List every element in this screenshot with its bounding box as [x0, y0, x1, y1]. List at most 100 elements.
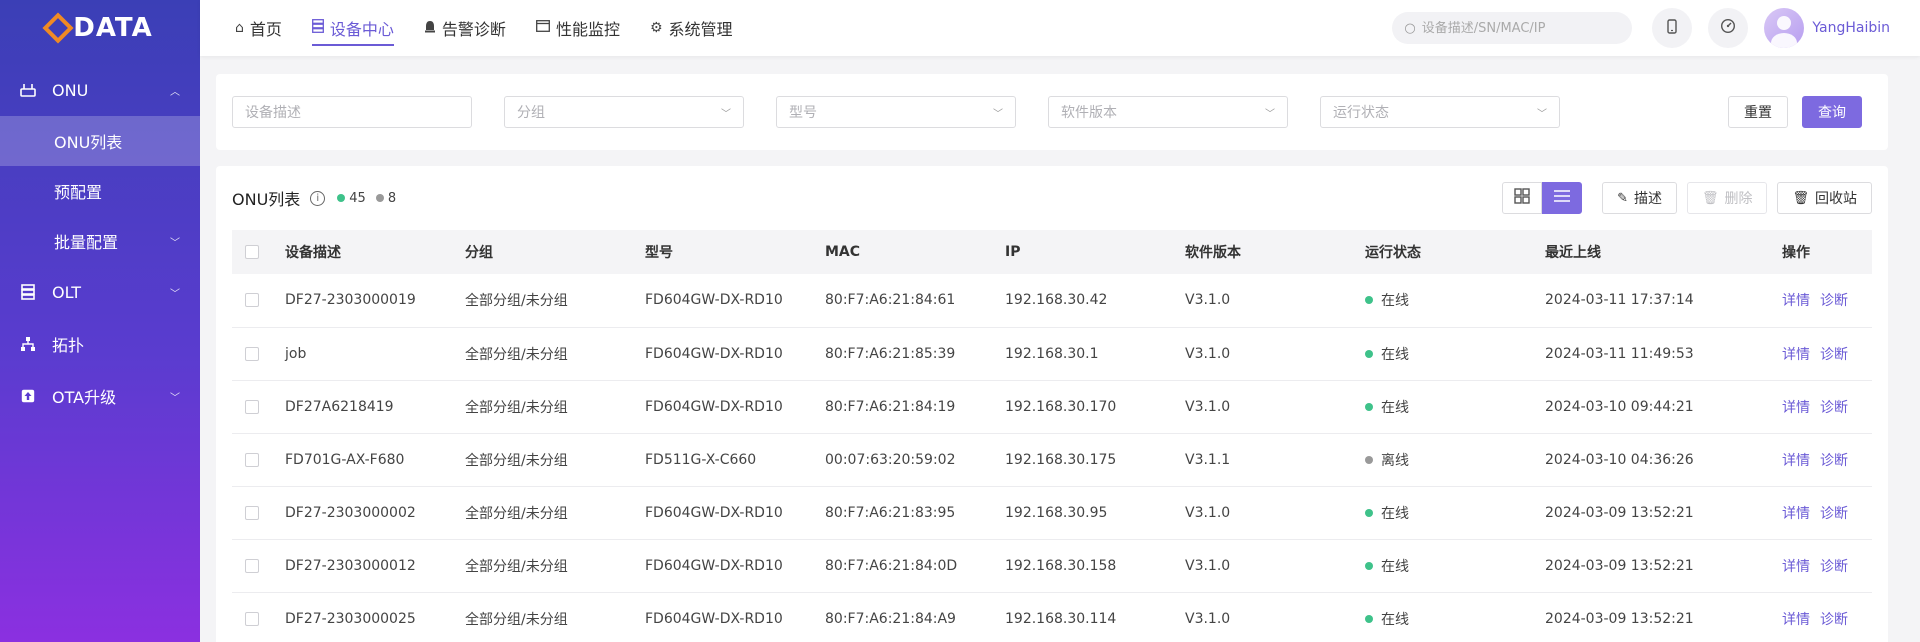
nav-performance[interactable]: 性能监控 [535, 0, 620, 56]
sidebar-item-olt[interactable]: OLT ﹀ [0, 266, 200, 318]
detail-link[interactable]: 详情 [1782, 400, 1810, 416]
cell-mac: 80:F7:A6:21:83:95 [825, 504, 956, 521]
cell-version: V3.1.1 [1185, 451, 1231, 468]
dashboard-button[interactable] [1708, 8, 1749, 48]
column-header[interactable]: 软件版本 [1185, 230, 1365, 274]
online-dot [337, 194, 346, 202]
delete-button[interactable]: 🗑 删除 [1686, 182, 1768, 214]
diagnose-link[interactable]: 诊断 [1820, 293, 1848, 309]
cell-device-desc: DF27-2303000012 [285, 557, 416, 574]
sidebar-item-label: OLT [52, 282, 82, 302]
diagnose-link[interactable]: 诊断 [1820, 612, 1848, 628]
detail-link[interactable]: 详情 [1782, 347, 1810, 363]
detail-link[interactable]: 详情 [1782, 559, 1810, 575]
cell-ip: 192.168.30.158 [1005, 557, 1117, 574]
detail-link[interactable]: 详情 [1782, 293, 1810, 309]
cell-version: V3.1.0 [1185, 345, 1231, 362]
diagnose-link[interactable]: 诊断 [1820, 400, 1848, 416]
sidebar-item-preconfig[interactable]: 预配置 [0, 166, 200, 216]
table-row[interactable]: DF27-2303000025 全部分组/未分组 FD604GW-DX-RD10… [232, 592, 1872, 642]
status-dot [1365, 455, 1373, 464]
nav-home[interactable]: ⌂ 首页 [235, 0, 282, 56]
group-select[interactable]: 分组 ﹀ [504, 96, 744, 128]
run-status-select[interactable]: 运行状态 ﹀ [1320, 96, 1560, 128]
table-row[interactable]: DF27-2303000012 全部分组/未分组 FD604GW-DX-RD10… [232, 539, 1872, 592]
row-checkbox[interactable] [245, 558, 259, 573]
offline-count-value: 8 [387, 190, 397, 206]
column-header[interactable]: 型号 [645, 230, 825, 274]
select-all-checkbox[interactable] [245, 245, 259, 259]
cell-mac: 80:F7:A6:21:84:0D [825, 557, 958, 574]
diagnose-link[interactable]: 诊断 [1820, 347, 1848, 363]
table-row[interactable]: FD701G-AX-F680 全部分组/未分组 FD511G-X-C660 00… [232, 433, 1872, 486]
table-row[interactable]: DF27-2303000002 全部分组/未分组 FD604GW-DX-RD10… [232, 486, 1872, 539]
model-select[interactable]: 型号 ﹀ [776, 96, 1016, 128]
search-input[interactable] [1421, 20, 1622, 36]
cell-group: 全部分组/未分组 [465, 399, 568, 416]
cell-ip: 192.168.30.114 [1005, 610, 1117, 627]
diagnose-link[interactable]: 诊断 [1820, 453, 1848, 469]
sidebar-item-label: OTA升级 [52, 388, 117, 407]
status-text: 在线 [1381, 399, 1409, 416]
row-checkbox[interactable] [245, 611, 259, 626]
diagnose-link[interactable]: 诊断 [1820, 559, 1848, 575]
column-header[interactable]: 最近上线 [1545, 230, 1782, 274]
detail-link[interactable]: 详情 [1782, 453, 1810, 469]
table-row[interactable]: DF27-2303000019 全部分组/未分组 FD604GW-DX-RD10… [232, 274, 1872, 327]
cell-device-desc: DF27-2303000025 [285, 610, 416, 627]
row-checkbox[interactable] [245, 346, 259, 361]
row-checkbox[interactable] [245, 399, 259, 414]
sidebar-item-topology[interactable]: 拓扑 [0, 318, 200, 370]
nav-device-center[interactable]: 设备中心 [311, 0, 394, 56]
username[interactable]: YangHaibin [1812, 20, 1890, 36]
detail-link[interactable]: 详情 [1782, 506, 1810, 522]
column-header[interactable]: 运行状态 [1365, 230, 1545, 274]
query-button[interactable]: 查询 [1802, 96, 1862, 128]
alarm-icon [424, 20, 436, 37]
recycle-bin-button[interactable]: 🗑 回收站 [1777, 182, 1872, 214]
chevron-up-icon: ︿ [170, 86, 180, 98]
cell-device-desc: DF27-2303000002 [285, 504, 416, 521]
device-desc-input[interactable]: 设备描述 [232, 96, 472, 128]
nav-label: 告警诊断 [441, 20, 506, 39]
table-row[interactable]: job 全部分组/未分组 FD604GW-DX-RD10 80:F7:A6:21… [232, 327, 1872, 380]
list-view-button[interactable] [1542, 182, 1583, 214]
cell-mac: 80:F7:A6:21:84:19 [825, 398, 956, 415]
cell-device-desc: job [285, 345, 307, 362]
cell-model: FD604GW-DX-RD10 [645, 292, 783, 309]
column-header[interactable]: 分组 [465, 230, 645, 274]
top-navbar: ⌂ 首页 设备中心 告警诊断 性能监控 ⚙ 系统管理 ○ 设备描述/SN/MAC… [200, 0, 1920, 56]
column-header: 操作 [1782, 245, 1810, 261]
info-icon[interactable]: i [310, 190, 326, 206]
detail-link[interactable]: 详情 [1782, 612, 1810, 628]
table-row[interactable]: DF27A6218419 全部分组/未分组 FD604GW-DX-RD10 80… [232, 380, 1872, 433]
software-version-select[interactable]: 软件版本 ﹀ [1048, 96, 1288, 128]
column-header[interactable]: IP [1005, 230, 1185, 274]
avatar[interactable] [1764, 8, 1805, 48]
cell-mac: 80:F7:A6:21:84:A9 [825, 610, 956, 627]
grid-view-button[interactable] [1502, 182, 1543, 214]
column-header[interactable]: 设备描述 [285, 230, 465, 274]
sidebar-item-ota[interactable]: OTA升级 ﹀ [0, 370, 200, 422]
settings-icon: ⚙ [649, 20, 663, 36]
row-checkbox[interactable] [245, 505, 259, 520]
describe-button[interactable]: ✎ 描述 [1602, 182, 1677, 214]
sidebar-item-batch-config[interactable]: 批量配置 ﹀ [0, 216, 200, 266]
cell-last-online: 2024-03-10 04:36:26 [1545, 451, 1694, 468]
column-header[interactable]: MAC [825, 230, 1005, 274]
row-checkbox[interactable] [245, 452, 259, 467]
sidebar-item-onu-list[interactable]: ONU列表 [0, 116, 200, 166]
nav-label: 设备中心 [329, 20, 394, 39]
cell-actions: 详情 诊断 [1782, 433, 1872, 486]
cell-ip: 192.168.30.95 [1005, 504, 1108, 521]
nav-alarm-diagnosis[interactable]: 告警诊断 [424, 0, 506, 56]
reset-button[interactable]: 重置 [1728, 96, 1788, 128]
cell-model: FD604GW-DX-RD10 [645, 610, 783, 627]
nav-system[interactable]: ⚙ 系统管理 [650, 0, 733, 56]
sidebar-item-onu[interactable]: ONU ︿ [0, 64, 200, 116]
mobile-button[interactable] [1652, 8, 1693, 48]
diagnose-link[interactable]: 诊断 [1820, 506, 1848, 522]
chevron-down-icon: ﹀ [993, 108, 1003, 120]
row-checkbox[interactable] [245, 293, 259, 308]
global-search[interactable]: ○ [1392, 12, 1633, 44]
